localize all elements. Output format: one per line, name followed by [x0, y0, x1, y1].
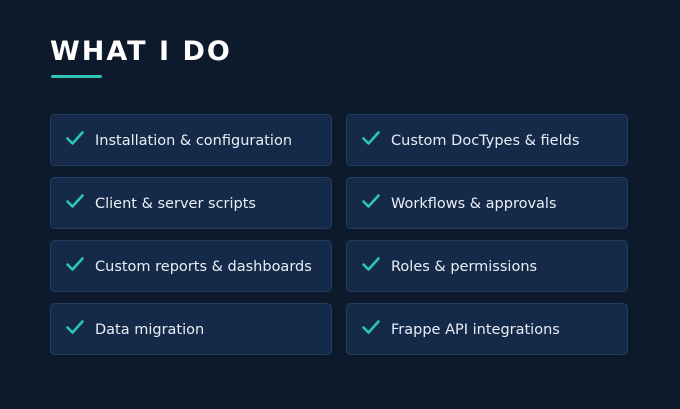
check-icon	[362, 257, 380, 271]
services-grid: Installation & configuration Custom DocT…	[50, 114, 628, 355]
service-label: Frappe API integrations	[391, 322, 560, 338]
service-label: Data migration	[95, 322, 205, 338]
service-label: Custom reports & dashboards	[95, 259, 312, 275]
check-icon	[66, 320, 84, 334]
check-icon	[362, 131, 380, 145]
check-icon	[66, 194, 84, 208]
service-label: Roles & permissions	[391, 259, 538, 275]
check-icon	[66, 131, 84, 145]
service-label: Installation & configuration	[95, 133, 293, 149]
service-label: Custom DocTypes & fields	[391, 133, 580, 149]
service-card: Roles & permissions	[346, 240, 628, 292]
service-card: Frappe API integrations	[346, 303, 628, 355]
service-card: Custom reports & dashboards	[50, 240, 332, 292]
service-card: Data migration	[50, 303, 332, 355]
service-label: Client & server scripts	[95, 196, 256, 212]
service-card: Custom DocTypes & fields	[346, 114, 628, 166]
service-label: Workflows & approvals	[391, 196, 557, 212]
heading-underline	[51, 75, 102, 78]
section-heading: WHAT I DO	[50, 36, 232, 67]
service-card: Client & server scripts	[50, 177, 332, 229]
check-icon	[66, 257, 84, 271]
check-icon	[362, 194, 380, 208]
service-card: Workflows & approvals	[346, 177, 628, 229]
service-card: Installation & configuration	[50, 114, 332, 166]
check-icon	[362, 320, 380, 334]
